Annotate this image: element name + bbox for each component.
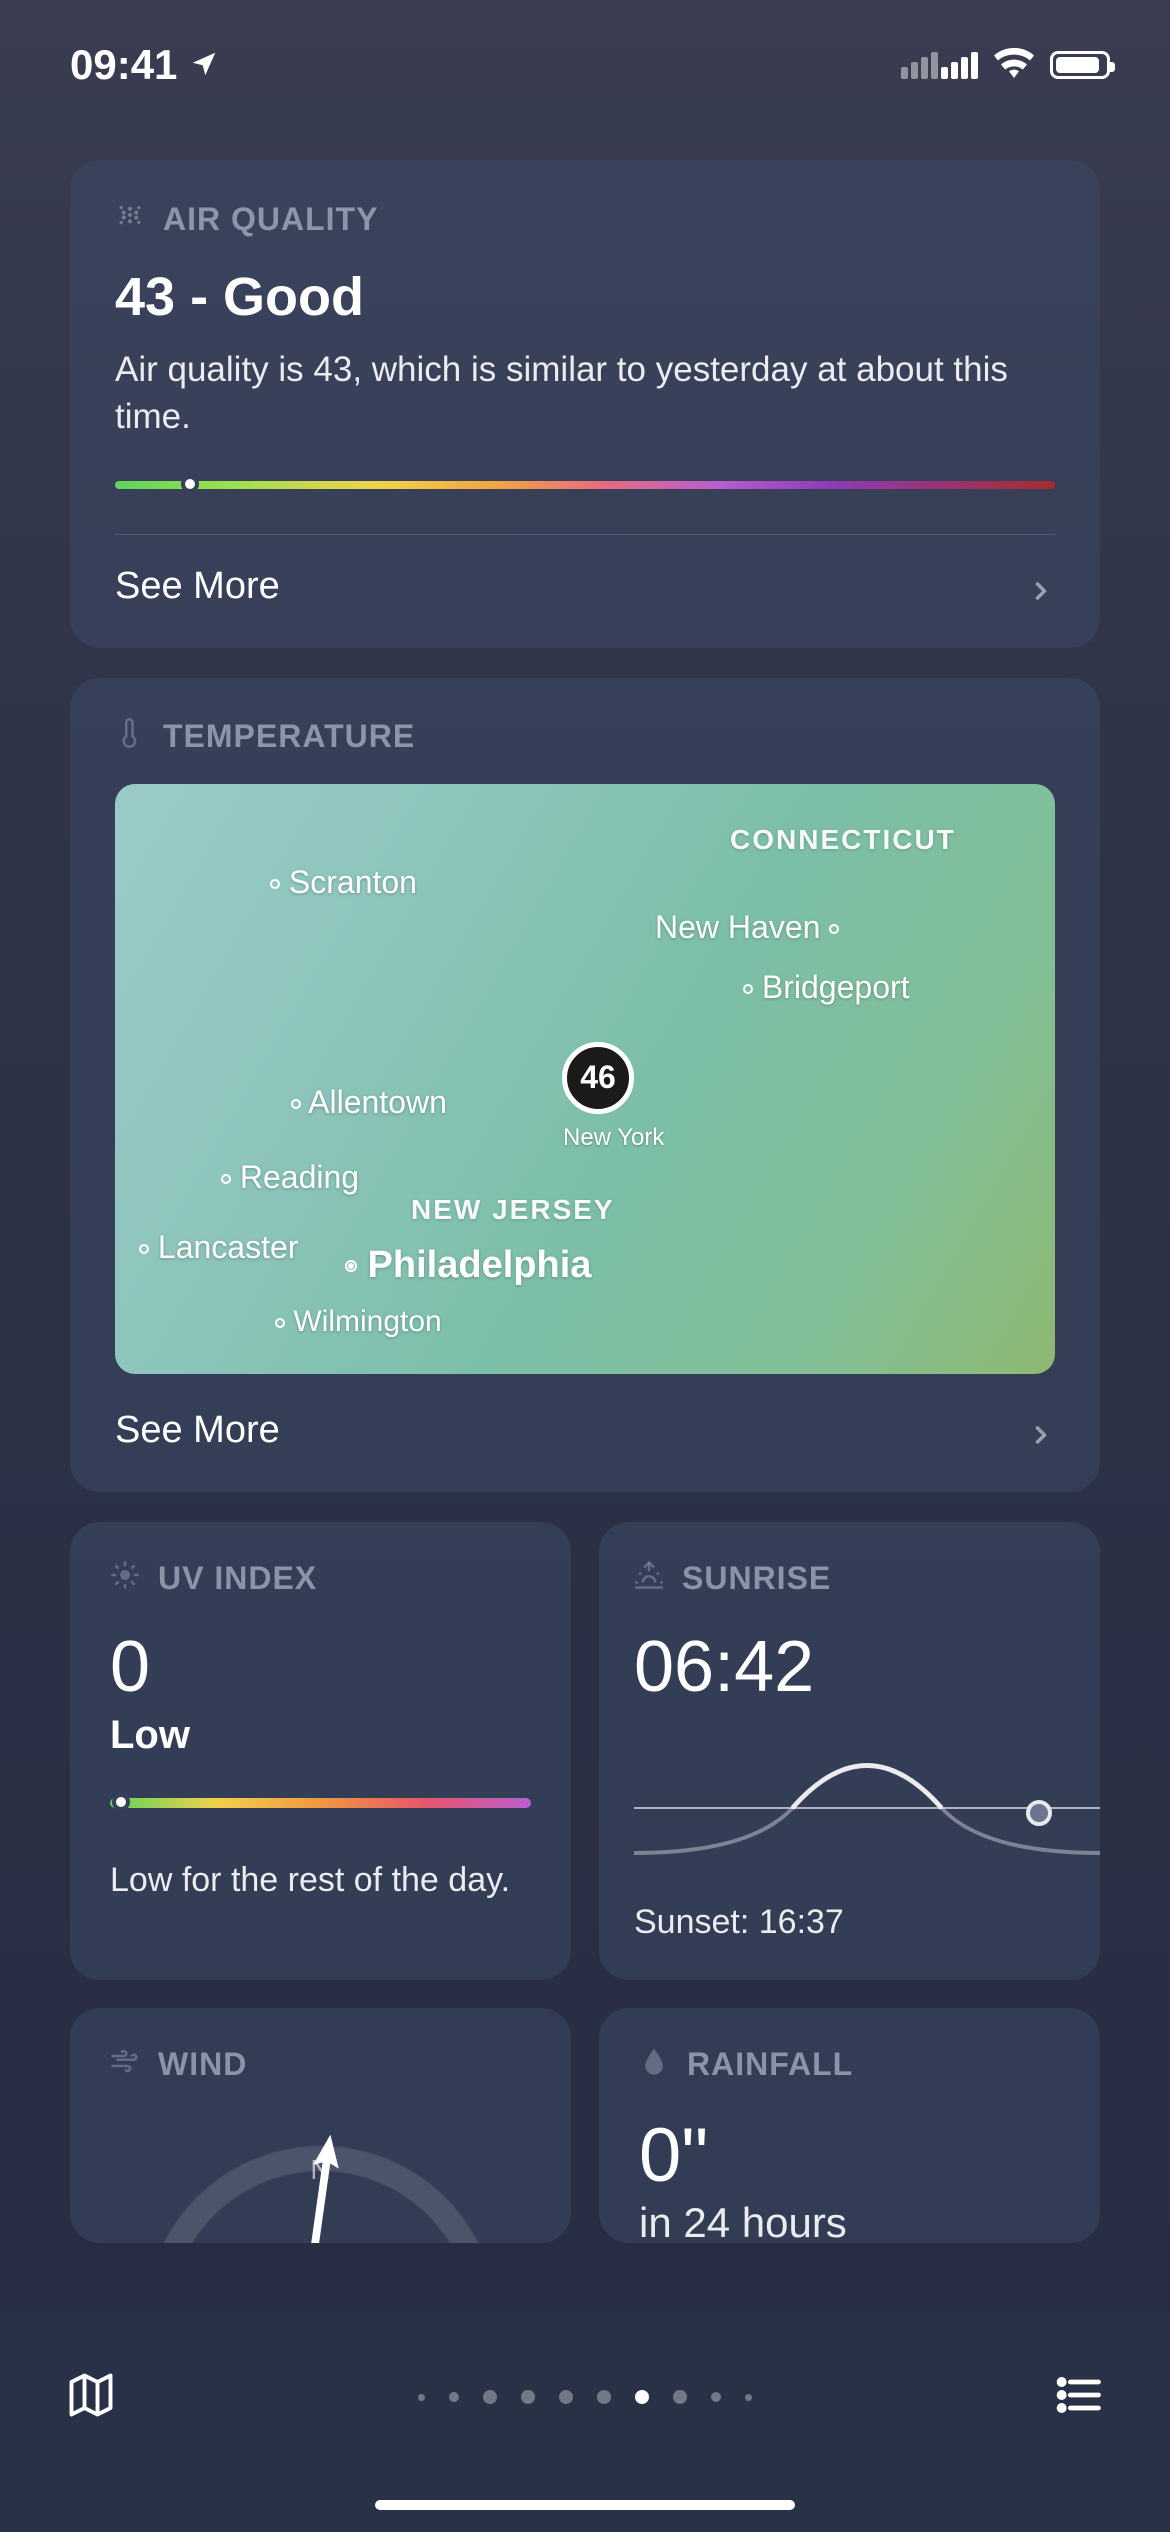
air-quality-scale — [115, 481, 1055, 489]
battery-icon — [1050, 51, 1110, 79]
wind-header: WIND — [110, 2046, 531, 2084]
see-more-label: See More — [115, 565, 280, 608]
uv-scale — [110, 1798, 531, 1808]
map-state-label: CONNECTICUT — [730, 824, 956, 856]
page-indicator[interactable] — [418, 2390, 752, 2404]
chevron-right-icon — [1027, 1416, 1055, 1444]
rainfall-value: 0" — [639, 2112, 1060, 2199]
uv-header: UV INDEX — [110, 1560, 531, 1598]
list-button[interactable] — [1053, 2369, 1105, 2426]
sun-path-chart — [634, 1713, 1100, 1883]
map-city-label: Bridgeport — [743, 969, 910, 1006]
temperature-header: TEMPERATURE — [115, 718, 1055, 756]
page-dot[interactable] — [521, 2390, 535, 2404]
wind-compass: N — [110, 2112, 531, 2243]
page-dot[interactable] — [673, 2390, 687, 2404]
temperature-map[interactable]: 46 New York CONNECTICUT NEW JERSEY Scrant… — [115, 784, 1055, 1374]
time-text: 09:41 — [70, 41, 177, 89]
uv-index-card[interactable]: UV INDEX 0 Low Low for the rest of the d… — [70, 1522, 571, 1980]
sunrise-title: SUNRISE — [682, 1560, 831, 1597]
air-quality-marker — [181, 475, 199, 493]
sunset-label: Sunset: 16:37 — [634, 1903, 1100, 1942]
air-quality-description: Air quality is 43, which is similar to y… — [115, 346, 1055, 441]
status-bar: 09:41 — [0, 0, 1170, 120]
see-more-label: See More — [115, 1409, 280, 1452]
thermometer-icon — [115, 718, 145, 756]
page-dot[interactable] — [745, 2394, 752, 2401]
chevron-right-icon — [1027, 572, 1055, 600]
home-indicator[interactable] — [375, 2500, 795, 2510]
map-pin-label: New York — [563, 1124, 664, 1152]
status-time: 09:41 — [70, 41, 219, 89]
sunrise-header: SUNRISE — [634, 1560, 1100, 1598]
map-city-label: Scranton — [270, 864, 417, 901]
uv-marker — [112, 1793, 130, 1811]
page-dot[interactable] — [635, 2390, 649, 2404]
wind-card[interactable]: WIND N — [70, 2008, 571, 2243]
uv-label: Low — [110, 1713, 531, 1758]
temperature-see-more[interactable]: See More — [115, 1409, 1055, 1452]
page-dot[interactable] — [418, 2394, 425, 2401]
map-city-label: Wilmington — [275, 1305, 442, 1339]
raindrop-icon — [639, 2046, 669, 2084]
wind-title: WIND — [158, 2046, 247, 2083]
wind-icon — [110, 2046, 140, 2084]
sun-icon — [110, 1560, 140, 1598]
sunrise-value: 06:42 — [634, 1626, 1100, 1708]
temperature-card[interactable]: TEMPERATURE 46 New York CONNECTICUT NEW J… — [70, 678, 1100, 1492]
map-city-label: Reading — [221, 1159, 359, 1196]
air-quality-see-more[interactable]: See More — [115, 565, 1055, 608]
air-quality-header: AIR QUALITY — [115, 200, 1055, 238]
rainfall-card[interactable]: RAINFALL 0" in 24 hours — [599, 2008, 1100, 2243]
wifi-icon — [994, 48, 1034, 83]
divider — [115, 534, 1055, 535]
sunrise-card[interactable]: SUNRISE 06:42 Sunset: 16:37 — [599, 1522, 1100, 1980]
status-icons — [901, 48, 1110, 83]
map-state-label: NEW JERSEY — [411, 1194, 615, 1226]
rainfall-sub: in 24 hours — [639, 2199, 1060, 2243]
air-quality-value: 43 - Good — [115, 266, 1055, 328]
uv-value: 0 — [110, 1626, 531, 1708]
map-city-label: Allentown — [291, 1084, 447, 1121]
page-dot[interactable] — [597, 2390, 611, 2404]
air-quality-icon — [115, 200, 145, 238]
map-pin: 46 — [562, 1042, 634, 1114]
cellular-icon — [901, 52, 978, 79]
air-quality-title: AIR QUALITY — [163, 201, 378, 238]
location-arrow-icon — [189, 41, 219, 89]
uv-title: UV INDEX — [158, 1560, 317, 1597]
page-dot[interactable] — [483, 2390, 497, 2404]
sunrise-icon — [634, 1560, 664, 1598]
rainfall-header: RAINFALL — [639, 2046, 1060, 2084]
temperature-title: TEMPERATURE — [163, 718, 415, 755]
rainfall-title: RAINFALL — [687, 2046, 853, 2083]
bottom-toolbar — [0, 2312, 1170, 2532]
page-dot[interactable] — [559, 2390, 573, 2404]
map-city-label: Philadelphia — [345, 1244, 591, 1287]
sun-position-marker — [1026, 1800, 1052, 1826]
map-city-label: New Haven — [655, 909, 839, 946]
map-button[interactable] — [65, 2369, 117, 2426]
page-dot[interactable] — [711, 2392, 721, 2402]
air-quality-card[interactable]: AIR QUALITY 43 - Good Air quality is 43,… — [70, 160, 1100, 648]
map-city-label: Lancaster — [139, 1229, 298, 1266]
page-dot[interactable] — [449, 2392, 459, 2402]
uv-description: Low for the rest of the day. — [110, 1858, 531, 1904]
